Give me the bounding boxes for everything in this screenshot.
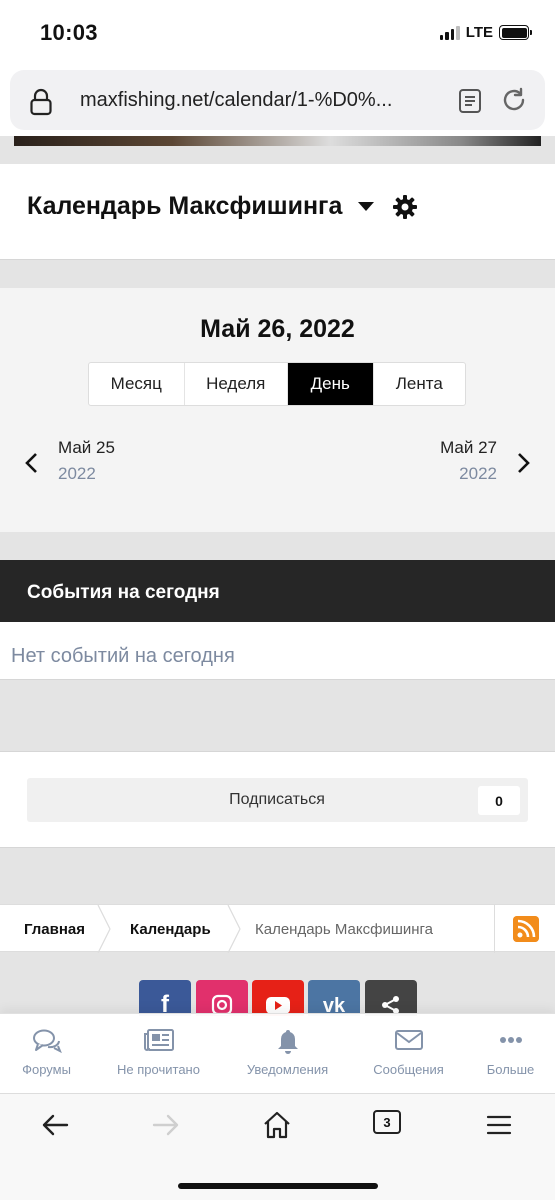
prev-day-label: Май 25 xyxy=(58,438,115,457)
nav-more[interactable]: Больше xyxy=(455,1014,555,1094)
more-icon xyxy=(499,1037,522,1043)
chevron-left-icon xyxy=(25,453,37,473)
forums-icon xyxy=(32,1029,62,1054)
events-heading: События на сегодня xyxy=(0,560,555,622)
subscribe-count: 0 xyxy=(478,786,520,815)
chevron-right-icon xyxy=(518,453,530,473)
status-time: 10:03 xyxy=(40,20,98,45)
nav-messages[interactable]: Сообщения xyxy=(353,1014,464,1094)
forward-icon[interactable] xyxy=(151,1110,181,1140)
browser-toolbar: 3 xyxy=(0,1093,555,1200)
reload-icon[interactable] xyxy=(500,86,528,114)
next-day-label: Май 27 xyxy=(440,438,497,457)
subscribe-panel: Подписаться 0 xyxy=(0,751,555,848)
bottom-navigation: Форумы Не прочитано Уведомления Сообщени… xyxy=(0,1013,555,1093)
tab-month[interactable]: Месяц xyxy=(89,363,185,405)
youtube-icon[interactable] xyxy=(252,980,304,1016)
status-bar: 10:03 LTE xyxy=(0,0,555,62)
nav-notifications-label: Уведомления xyxy=(246,1062,329,1077)
current-date: Май 26, 2022 xyxy=(200,315,355,343)
subscribe-label: Подписаться xyxy=(229,791,325,808)
rss-icon xyxy=(513,916,539,942)
home-indicator xyxy=(178,1183,378,1189)
prev-day-year: 2022 xyxy=(58,464,96,483)
nav-more-label: Больше xyxy=(486,1062,535,1077)
rss-link[interactable] xyxy=(494,905,555,953)
envelope-icon xyxy=(394,1030,423,1050)
events-empty-message: Нет событий на сегодня xyxy=(0,622,555,680)
network-type: LTE xyxy=(465,24,493,41)
signal-icon xyxy=(439,25,460,40)
prev-day-link[interactable]: Май 25 2022 xyxy=(24,438,115,484)
next-day-year: 2022 xyxy=(459,464,497,483)
caret-down-icon xyxy=(358,202,375,211)
banner-image xyxy=(14,136,541,146)
nav-notifications[interactable]: Уведомления xyxy=(232,1014,343,1094)
subscribe-button[interactable]: Подписаться 0 xyxy=(27,778,528,822)
reader-icon[interactable] xyxy=(458,88,482,114)
vk-icon[interactable]: vk xyxy=(308,980,360,1017)
instagram-icon[interactable] xyxy=(196,980,248,1016)
url-text: maxfishing.net/calendar/1-%D0%... xyxy=(80,89,393,111)
breadcrumb-home[interactable]: Главная xyxy=(24,921,85,938)
date-panel: Май 26, 2022 Месяц Неделя День Лента Май… xyxy=(0,288,555,532)
bell-icon xyxy=(277,1030,298,1054)
tab-feed[interactable]: Лента xyxy=(374,363,466,405)
facebook-icon[interactable]: f xyxy=(139,980,191,1018)
share-icon[interactable] xyxy=(365,980,417,1016)
next-day-link[interactable]: Май 27 2022 xyxy=(440,438,531,484)
calendar-header: Календарь Максфишинга xyxy=(0,164,555,260)
breadcrumb-separator xyxy=(227,905,241,953)
url-field[interactable]: maxfishing.net/calendar/1-%D0%... xyxy=(10,70,545,130)
calendar-title[interactable]: Календарь Максфишинга xyxy=(27,192,418,221)
breadcrumb-calendar[interactable]: Календарь xyxy=(130,921,211,938)
battery-icon xyxy=(499,25,532,40)
view-tabs: Месяц Неделя День Лента xyxy=(88,362,466,406)
breadcrumb: Главная Календарь Календарь Максфишинга xyxy=(0,904,555,953)
status-indicators: LTE xyxy=(439,24,532,41)
tab-day[interactable]: День xyxy=(287,363,374,405)
address-bar: maxfishing.net/calendar/1-%D0%... xyxy=(0,62,555,136)
menu-icon[interactable] xyxy=(485,1110,513,1140)
lock-icon xyxy=(30,88,52,116)
tabs-button[interactable]: 3 xyxy=(373,1110,401,1134)
breadcrumb-separator xyxy=(97,905,111,953)
back-icon[interactable] xyxy=(40,1110,70,1140)
breadcrumb-current: Календарь Максфишинга xyxy=(255,921,434,938)
nav-unread-label: Не прочитано xyxy=(117,1062,200,1077)
calendar-title-text: Календарь Максфишинга xyxy=(27,192,343,220)
gear-icon[interactable] xyxy=(392,194,418,220)
unread-icon xyxy=(143,1029,174,1051)
nav-forums-label: Форумы xyxy=(22,1062,71,1077)
nav-messages-label: Сообщения xyxy=(373,1062,444,1077)
tab-week[interactable]: Неделя xyxy=(185,363,288,405)
nav-forums[interactable]: Форумы xyxy=(0,1014,102,1094)
home-icon[interactable] xyxy=(262,1110,292,1140)
nav-unread[interactable]: Не прочитано xyxy=(103,1014,214,1094)
